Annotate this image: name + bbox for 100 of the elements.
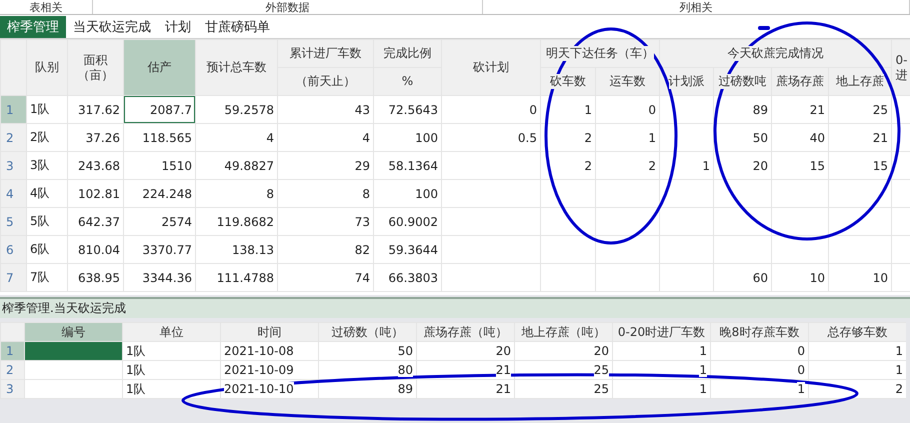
column-header[interactable]: 地上存蔗（吨）	[514, 322, 612, 342]
row-number[interactable]: 2	[0, 360, 24, 380]
table-cell: 2	[596, 152, 660, 180]
table-cell: 29	[278, 152, 374, 180]
table-cell: 2021-10-09	[220, 360, 318, 380]
table-cell: 100	[374, 124, 442, 152]
column-header[interactable]: （前天止）	[278, 68, 374, 96]
row-number[interactable]: 5	[0, 208, 26, 236]
table-cell: 4队	[26, 180, 68, 208]
table-cell: 243.68	[68, 152, 124, 180]
table-cell: 25	[828, 96, 892, 124]
table-cell: 100	[374, 180, 442, 208]
row-number[interactable]: 7	[0, 264, 26, 292]
table-cell: 58.1364	[374, 152, 442, 180]
table-cell: 2021-10-08	[220, 342, 318, 360]
table-cell: 4	[196, 124, 278, 152]
table-cell: 7队	[26, 264, 68, 292]
table-cell: 317.62	[68, 96, 124, 124]
table-cell: 810.04	[68, 236, 124, 264]
table-cell: 59.3644	[374, 236, 442, 264]
selected-cell[interactable]: 2087.7	[124, 96, 196, 124]
row-number[interactable]: 2	[0, 124, 26, 152]
table-cell: 25	[514, 380, 612, 398]
column-header[interactable]: 地上存蔗	[828, 68, 892, 96]
table-cell: 73	[278, 208, 374, 236]
table-cell: 1	[612, 380, 710, 398]
column-header[interactable]: 总存够车数	[808, 322, 906, 342]
tab[interactable]: 榨季管理	[0, 16, 66, 38]
table-cell: 1	[808, 342, 906, 360]
table-cell: 20	[714, 152, 772, 180]
pen-mark	[758, 26, 770, 30]
table-cell: 43	[278, 96, 374, 124]
column-header[interactable]: 过磅数吨	[714, 68, 772, 96]
tab[interactable]: 当天砍运完成	[66, 16, 158, 38]
table-cell: 638.95	[68, 264, 124, 292]
table-cell: 89	[318, 380, 416, 398]
table-cell: 89	[714, 96, 772, 124]
table-cell: 1队	[26, 96, 68, 124]
table-cell: 82	[278, 236, 374, 264]
column-header[interactable]: %	[374, 68, 442, 96]
table-cell: 15	[828, 152, 892, 180]
column-header[interactable]: 单位	[122, 322, 220, 342]
tab[interactable]: 计划	[158, 16, 198, 38]
table-cell: 10	[828, 264, 892, 292]
table-cell: 224.248	[124, 180, 196, 208]
table-cell: 0	[442, 96, 540, 124]
table-cell: 111.4788	[196, 264, 278, 292]
selected-cell[interactable]	[24, 342, 122, 360]
row-number[interactable]: 3	[0, 152, 26, 180]
column-header[interactable]: 晚8时存蔗车数	[710, 322, 808, 342]
column-header[interactable]: 估产	[124, 40, 196, 96]
column-header[interactable]: 预计总车数	[196, 40, 278, 96]
table-cell: 1	[596, 124, 660, 152]
row-number[interactable]: 6	[0, 236, 26, 264]
column-header[interactable]: 砍计划	[442, 40, 540, 96]
column-header[interactable]: 完成比例	[374, 40, 442, 68]
table-cell: 37.26	[68, 124, 124, 152]
column-header[interactable]: 蔗场存蔗	[772, 68, 828, 96]
table-cell: 72.5643	[374, 96, 442, 124]
table-cell: 642.37	[68, 208, 124, 236]
table-cell: 2574	[124, 208, 196, 236]
table-cell: 20	[416, 342, 514, 360]
column-header[interactable]: 砍车数	[540, 68, 596, 96]
table-cell: 60	[714, 264, 772, 292]
table-cell: 21	[416, 380, 514, 398]
table-cell: 66.3803	[374, 264, 442, 292]
table-cell: 102.81	[68, 180, 124, 208]
column-header[interactable]: 队别	[26, 40, 68, 96]
row-number[interactable]: 3	[0, 380, 24, 398]
table-cell: 1队	[122, 342, 220, 360]
column-group-header: 明天下达任务（车）	[540, 40, 660, 68]
table-cell: 0	[596, 96, 660, 124]
row-number[interactable]: 4	[0, 180, 26, 208]
column-header[interactable]: 面积（亩）	[68, 40, 124, 96]
table-cell: 50	[318, 342, 416, 360]
table-cell: 60.9002	[374, 208, 442, 236]
column-header[interactable]: 0-进	[892, 40, 910, 96]
column-header[interactable]: 累计进厂车数	[278, 40, 374, 68]
table-cell: 0.5	[442, 124, 540, 152]
table-cell: 15	[772, 152, 828, 180]
column-header[interactable]: 运车数	[596, 68, 660, 96]
table-cell: 1	[808, 360, 906, 380]
table-cell: 4	[278, 124, 374, 152]
ribbon-group-label: 外部数据	[266, 0, 310, 14]
table-cell: 21	[828, 124, 892, 152]
column-header[interactable]: 蔗场存蔗（吨）	[416, 322, 514, 342]
table-cell: 3344.36	[124, 264, 196, 292]
column-group-header: 今天砍蔗完成情况	[660, 40, 892, 68]
ribbon-group-label: 表相关	[30, 0, 62, 14]
tab[interactable]: 甘蔗磅码单	[198, 16, 277, 38]
table-cell: 49.8827	[196, 152, 278, 180]
panel-title: 榨季管理.当天砍运完成	[2, 300, 126, 317]
column-header[interactable]: 0-20时进厂车数	[612, 322, 710, 342]
table-cell: 8	[196, 180, 278, 208]
table-cell: 138.13	[196, 236, 278, 264]
column-header[interactable]: 编号	[24, 322, 122, 342]
table-cell: 6队	[26, 236, 68, 264]
table-cell: 1队	[122, 360, 220, 380]
column-header[interactable]: 过磅数（吨）	[318, 322, 416, 342]
column-header[interactable]: 时间	[220, 322, 318, 342]
